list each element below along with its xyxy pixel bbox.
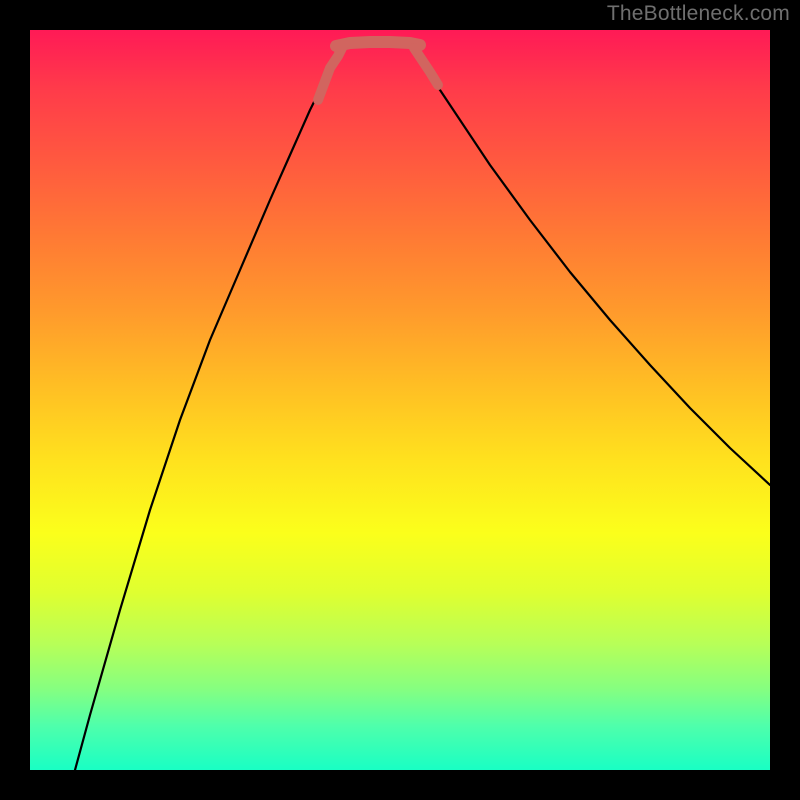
curve-layer xyxy=(30,30,770,770)
watermark-text: TheBottleneck.com xyxy=(607,2,790,26)
series-left-accent xyxy=(318,48,342,100)
plot-area xyxy=(30,30,770,770)
series-right-curve xyxy=(416,55,770,485)
series-left-curve xyxy=(75,55,338,770)
chart-frame: TheBottleneck.com xyxy=(0,0,800,800)
series-right-accent xyxy=(414,48,438,85)
series-bottom-accent xyxy=(336,42,420,46)
